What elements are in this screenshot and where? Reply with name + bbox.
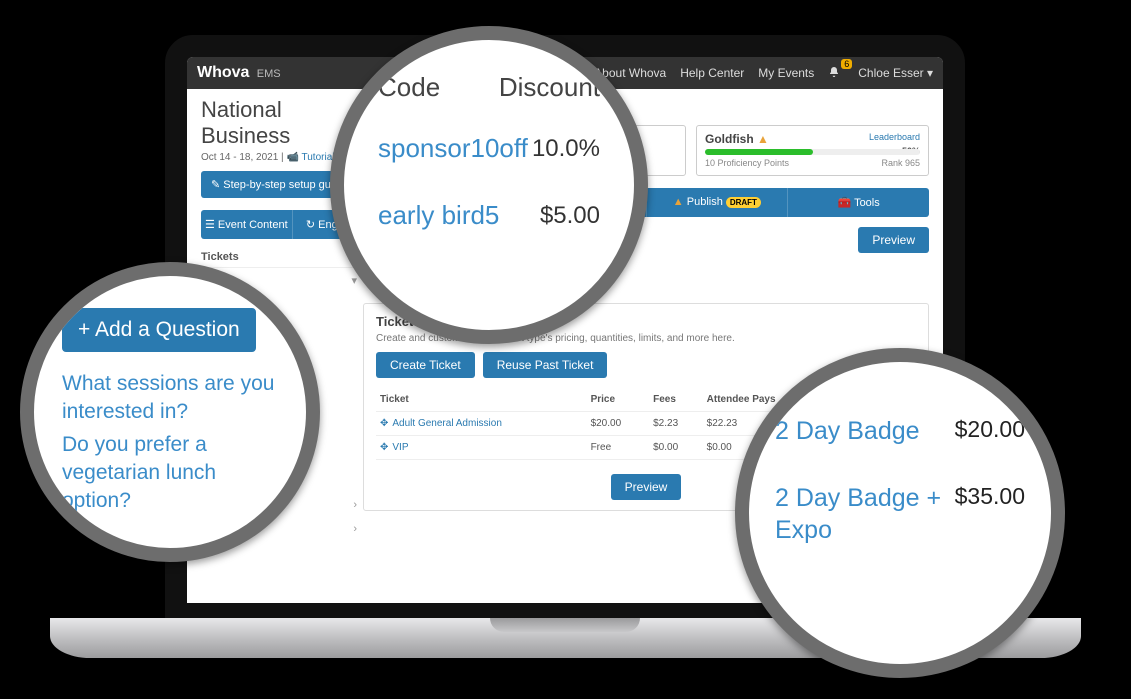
brand-name: Whova [197, 64, 249, 81]
ticket-name[interactable]: ✥Adult General Admission [376, 412, 587, 436]
badge-price: $20.00 [955, 416, 1025, 443]
warn-icon: ▲ [757, 132, 769, 146]
discount-value: 10.0% [532, 135, 600, 163]
briefcase-icon: 🧰 [838, 197, 852, 209]
gamification-box: Leaderboard Goldfish ▲ 50% 10 Proficienc… [696, 125, 929, 176]
zoom-discount-codes: Code Discount sponsor10off 10.0% early b… [330, 26, 648, 344]
discount-code[interactable]: early bird5 [378, 200, 499, 231]
camera-icon: 📹 [286, 152, 298, 163]
zoom-badges: 2 Day Badge $20.00 2 Day Badge + Expo $3… [735, 348, 1065, 678]
bell-badge: 6 [841, 59, 852, 69]
bell-icon[interactable]: 6 [828, 65, 844, 81]
event-title: National Business [201, 97, 357, 149]
nav-myevents[interactable]: My Events [758, 66, 814, 80]
tab-publish[interactable]: ▲ PublishDRAFT [647, 188, 789, 217]
ticket-name[interactable]: ✥VIP [376, 436, 587, 460]
progress-bar [705, 149, 920, 155]
tab-tools[interactable]: 🧰 Tools [788, 188, 929, 217]
user-menu[interactable]: Chloe Esser ▾ [858, 66, 933, 80]
tutorial-link[interactable]: Tutorial [302, 152, 335, 163]
preview-button-top[interactable]: Preview [858, 227, 929, 253]
discount-col-code: Code [378, 72, 440, 103]
drag-icon[interactable]: ✥ [380, 442, 388, 453]
nav-help[interactable]: Help Center [680, 66, 744, 80]
preview-button-bottom[interactable]: Preview [611, 474, 682, 500]
brand: Whova EMS [197, 64, 281, 82]
tab-event-content[interactable]: ☰ Event Content [201, 210, 293, 239]
zoom-add-question: + Add a Question What sessions are you i… [20, 262, 320, 562]
draft-badge: DRAFT [726, 197, 761, 208]
col-ticket: Ticket [376, 388, 587, 412]
reuse-ticket-button[interactable]: Reuse Past Ticket [483, 352, 608, 378]
discount-value: $5.00 [540, 202, 600, 230]
leaderboard-link[interactable]: Leaderboard [869, 132, 920, 142]
laptop-notch [490, 618, 640, 632]
add-question-button[interactable]: + Add a Question [62, 308, 256, 352]
warn-icon: ▲ [673, 196, 684, 208]
game-points: 10 Proficiency Points [705, 158, 789, 168]
game-rank: Rank 965 [881, 158, 920, 168]
drag-icon[interactable]: ✥ [380, 418, 388, 429]
side-head-tickets: Tickets [201, 247, 357, 268]
ticket-fees: $2.23 [649, 412, 703, 436]
badge-name[interactable]: 2 Day Badge [775, 416, 920, 447]
question-item[interactable]: Do you prefer a vegetarian lunch option? [62, 431, 286, 516]
discount-code[interactable]: sponsor10off [378, 133, 528, 164]
col-price: Price [587, 388, 650, 412]
badge-name[interactable]: 2 Day Badge + Expo [775, 483, 945, 546]
badge-price: $35.00 [955, 483, 1025, 510]
event-dates: Oct 14 - 18, 2021 | [201, 152, 286, 163]
ticket-price: $20.00 [587, 412, 650, 436]
create-ticket-button[interactable]: Create Ticket [376, 352, 475, 378]
col-fees: Fees [649, 388, 703, 412]
question-item[interactable]: What sessions are you interested in? [62, 370, 286, 427]
ticket-fees: $0.00 [649, 436, 703, 460]
brand-sub: EMS [257, 68, 281, 80]
wand-icon: ✎ [211, 179, 220, 191]
discount-col-discount: Discount [499, 72, 600, 103]
ticket-price: Free [587, 436, 650, 460]
